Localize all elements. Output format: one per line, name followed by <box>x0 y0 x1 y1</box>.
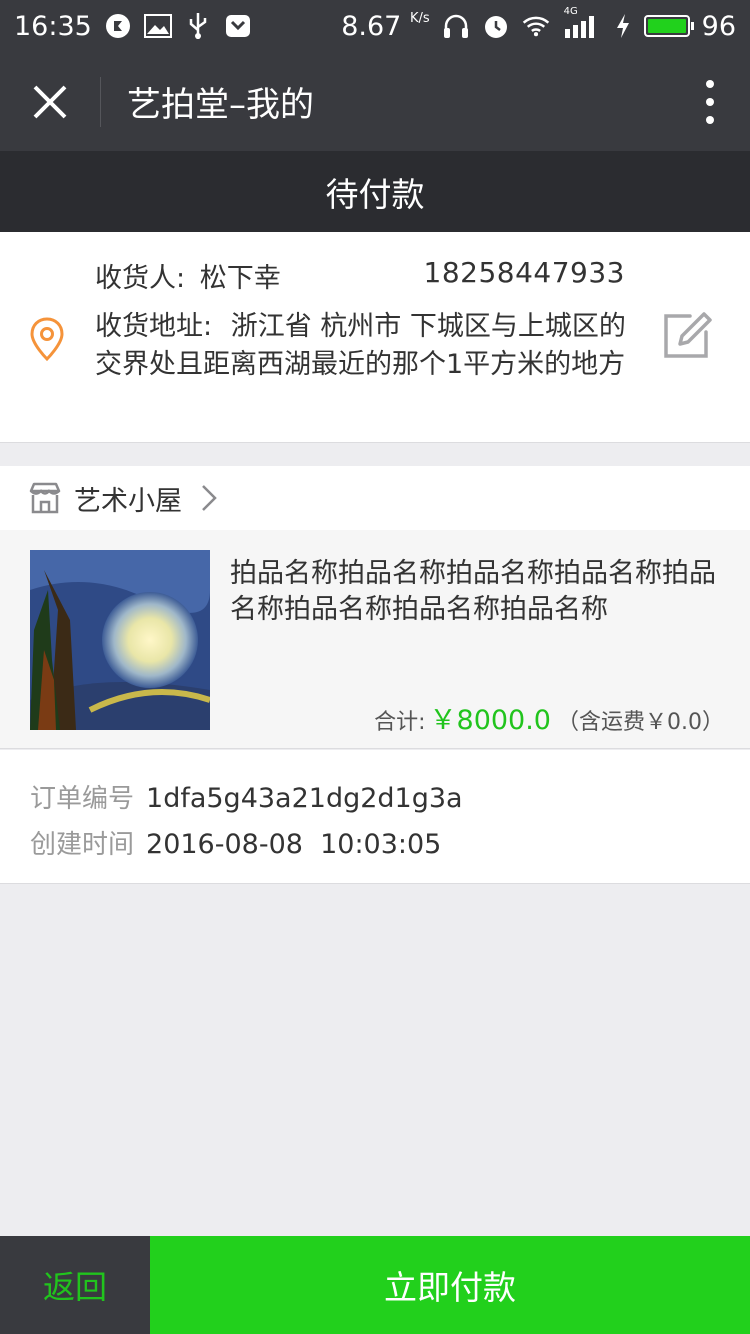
more-dot-icon <box>706 97 714 106</box>
shipping-address: 收货地址: 浙江省 杭州市 下城区与上城区的交界处且距离西湖最近的那个1平方米的… <box>95 308 630 384</box>
order-info: 订单编号 1dfa5g43a21dg2d1g3a 创建时间 2016-08-08… <box>0 750 750 884</box>
address-card: 收货人: 松下幸 18258447933 收货地址: 浙江省 杭州市 下城区与上… <box>0 232 750 443</box>
back-button[interactable]: 返回 <box>0 1236 150 1334</box>
order-status-header: 待付款 <box>0 151 750 232</box>
created-time-value: 2016-08-08 10:03:05 <box>146 829 442 860</box>
receiver-phone: 18258447933 <box>423 256 625 289</box>
product-name: 拍品名称拍品名称拍品名称拍品名称拍品名称拍品名称拍品名称拍品名称 <box>230 558 716 625</box>
more-dot-icon <box>706 79 714 88</box>
page-title: 艺拍堂–我的 <box>127 85 314 125</box>
pay-now-button[interactable]: 立即付款 <box>150 1236 750 1334</box>
receiver-line: 收货人: 松下幸 18258447933 <box>95 256 625 295</box>
total-price: ￥8000.0 <box>429 705 551 736</box>
store-icon <box>28 481 62 515</box>
close-button[interactable] <box>0 52 100 151</box>
order-number-label: 订单编号 <box>30 784 135 814</box>
order-number-value: 1dfa5g43a21dg2d1g3a <box>146 783 463 814</box>
usb-icon <box>184 12 212 40</box>
battery-level: 96 <box>701 10 736 42</box>
headphones-icon <box>442 12 470 40</box>
edit-address-button[interactable] <box>660 310 712 366</box>
receiver-name: 松下幸 <box>199 263 281 294</box>
total-label: 合计: <box>374 710 426 735</box>
location-pin-icon <box>30 317 64 362</box>
clock: 16:35 <box>14 10 92 42</box>
network-speed-value: 8.67 <box>341 10 402 42</box>
battery-fill <box>647 19 686 33</box>
charging-icon <box>614 12 632 40</box>
price-row: 合计: ￥8000.0 （含运费￥0.0） <box>374 698 724 737</box>
product-image <box>30 550 210 730</box>
chevron-right-icon <box>200 483 218 513</box>
status-bar: 16:35 8.67 K/s 4G 96 <box>0 0 750 52</box>
network-speed: 8.67 K/s <box>341 11 429 42</box>
title-bar: 艺拍堂–我的 <box>0 52 750 151</box>
shipping-fee: （含运费￥0.0） <box>557 710 724 735</box>
alarm-icon <box>482 12 510 40</box>
receiver-info: 收货人: 松下幸 <box>95 256 281 295</box>
shop-name: 艺术小屋 <box>74 485 182 517</box>
shop-row[interactable]: 艺术小屋 <box>0 466 750 530</box>
more-dot-icon <box>706 115 714 124</box>
title-divider <box>100 76 101 127</box>
order-number-row: 订单编号 1dfa5g43a21dg2d1g3a <box>30 778 463 815</box>
created-time-row: 创建时间 2016-08-08 10:03:05 <box>30 824 441 861</box>
cell-signal-icon: 4G <box>562 6 602 40</box>
pocket-icon <box>224 12 252 40</box>
close-icon <box>33 85 67 118</box>
bottom-action-bar: 返回 立即付款 <box>0 1236 750 1334</box>
wifi-icon <box>522 12 550 40</box>
status-bar-right: 8.67 K/s 4G 96 <box>341 6 736 42</box>
more-menu-button[interactable] <box>670 52 750 151</box>
receiver-label: 收货人: <box>95 263 186 294</box>
battery-icon <box>643 15 694 37</box>
product-item[interactable]: 拍品名称拍品名称拍品名称拍品名称拍品名称拍品名称拍品名称拍品名称 合计: ￥80… <box>0 530 750 749</box>
created-time-label: 创建时间 <box>30 830 135 860</box>
address-label: 收货地址: <box>95 311 213 342</box>
image-icon <box>143 12 172 40</box>
notification-icon <box>104 12 132 40</box>
status-bar-left: 16:35 <box>14 11 252 42</box>
network-speed-unit: K/s <box>409 10 430 26</box>
edit-icon <box>664 312 712 358</box>
network-type: 4G <box>563 6 578 17</box>
